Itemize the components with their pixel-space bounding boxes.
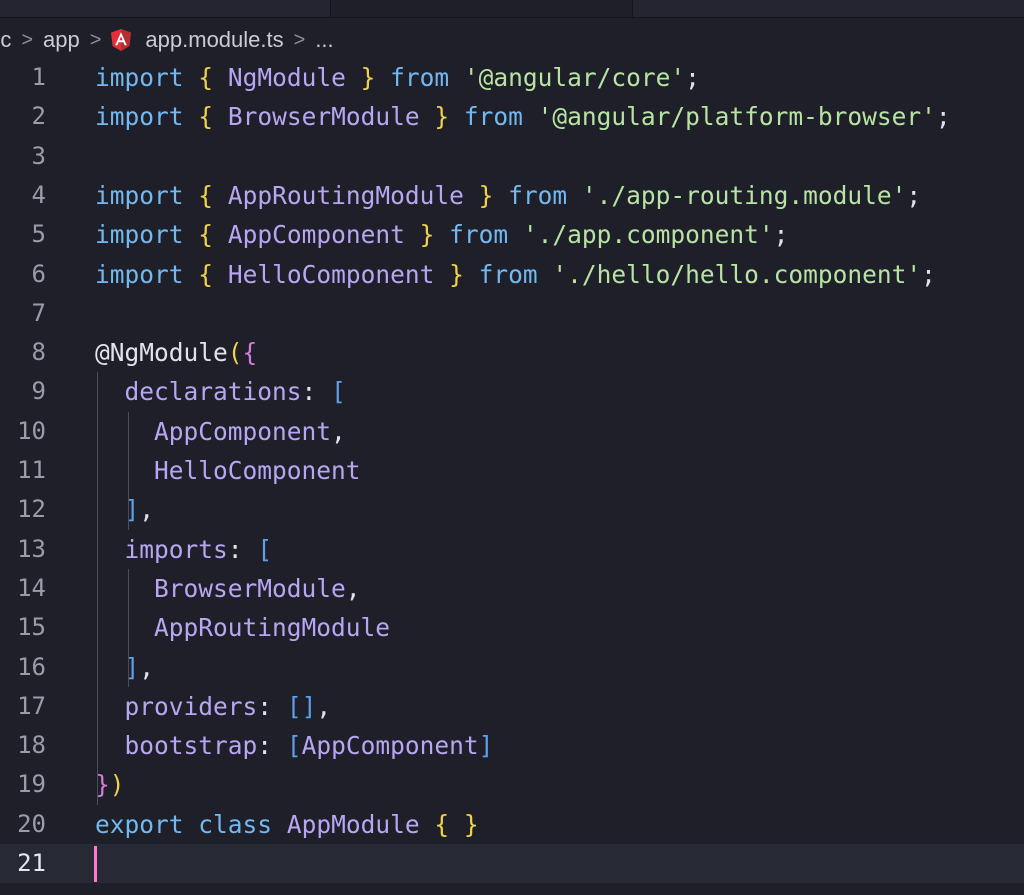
code-line[interactable]: 5 import { AppComponent } from './app.com…	[0, 215, 1024, 254]
line-number: 12	[17, 495, 46, 524]
line-number: 8	[31, 338, 46, 367]
text-cursor	[94, 845, 97, 882]
code-text: import { NgModule } from '@angular/core'…	[95, 63, 700, 92]
line-number: 14	[17, 573, 46, 602]
code-text: HelloComponent	[154, 456, 361, 485]
line-number: 10	[17, 416, 46, 445]
line-number: 4	[31, 180, 46, 209]
line-number: 9	[31, 377, 46, 406]
code-editor[interactable]: 1 import { NgModule } from '@angular/core…	[0, 58, 1024, 895]
code-text: @NgModule({	[95, 338, 258, 368]
tab-divider	[330, 0, 331, 18]
line-number: 18	[17, 731, 46, 760]
code-line[interactable]: 6 import { HelloComponent } from './hello…	[0, 255, 1024, 294]
line-number: 3	[31, 141, 46, 170]
breadcrumb-item-file[interactable]: app.module.ts	[145, 27, 283, 53]
line-number: 19	[17, 770, 46, 799]
line-number: 21	[17, 849, 46, 877]
breadcrumb-separator: >	[293, 28, 306, 51]
line-number: 5	[31, 220, 46, 249]
code-text: AppComponent,	[154, 416, 346, 446]
line-number: 1	[31, 63, 46, 91]
code-text: ],	[124, 652, 155, 682]
code-line[interactable]: 21	[0, 844, 1024, 884]
code-line[interactable]: 20 export class AppModule { }	[0, 805, 1024, 844]
code-line[interactable]: 2 import { BrowserModule } from '@angular…	[0, 97, 1024, 136]
breadcrumb-item-symbols[interactable]: ...	[315, 27, 333, 53]
code-text: })	[95, 770, 125, 800]
code-line[interactable]: 18 bootstrap: [AppComponent]	[0, 726, 1024, 765]
code-text: import { AppComponent } from './app.comp…	[95, 220, 789, 250]
tab-left[interactable]	[0, 0, 330, 17]
breadcrumb-item-src[interactable]: rc	[0, 27, 11, 53]
code-text: export class AppModule { }	[95, 809, 479, 839]
tab-strip	[0, 0, 1024, 18]
code-line[interactable]: 14 BrowserModule,	[0, 569, 1024, 608]
line-number: 20	[17, 809, 46, 838]
line-number: 11	[17, 456, 46, 484]
indent-guide	[128, 568, 130, 687]
code-line[interactable]: 19})	[0, 765, 1024, 804]
code-text: bootstrap: [AppComponent]	[124, 731, 494, 761]
indent-guide	[128, 411, 130, 530]
code-line[interactable]: 7	[0, 294, 1024, 333]
breadcrumb-separator: >	[21, 28, 34, 51]
line-number: 2	[31, 102, 46, 131]
code-line[interactable]: 4 import { AppRoutingModule } from './app…	[0, 176, 1024, 215]
code-text: declarations: [	[124, 377, 346, 407]
code-line[interactable]: 12 ],	[0, 490, 1024, 529]
breadcrumb-item-app[interactable]: app	[43, 27, 80, 53]
line-number: 7	[31, 298, 46, 327]
code-line[interactable]: 11 HelloComponent	[0, 451, 1024, 490]
code-line[interactable]: 15 AppRoutingModule	[0, 608, 1024, 647]
tab-right[interactable]	[633, 0, 1024, 17]
line-number: 16	[17, 652, 46, 681]
code-text: providers: [],	[124, 691, 332, 721]
code-text: BrowserModule,	[154, 573, 361, 603]
code-line[interactable]: 13 imports: [	[0, 530, 1024, 569]
breadcrumb-separator: >	[89, 28, 102, 51]
line-number: 13	[17, 534, 46, 563]
indent-guide	[97, 372, 98, 805]
code-line[interactable]: 16 ],	[0, 648, 1024, 687]
code-line[interactable]: 10 AppComponent,	[0, 412, 1024, 451]
breadcrumb: rc > app > app.module.ts > ...	[0, 24, 1024, 56]
code-line[interactable]: 17 providers: [],	[0, 687, 1024, 726]
code-text: import { AppRoutingModule } from './app-…	[95, 180, 922, 210]
code-line[interactable]: 3	[0, 137, 1024, 176]
line-number: 17	[17, 691, 46, 720]
code-line[interactable]: 8 @NgModule({	[0, 333, 1024, 372]
tab-strip-border	[0, 17, 1024, 18]
code-text: ],	[124, 495, 155, 525]
code-text: AppRoutingModule	[154, 613, 391, 643]
angular-icon	[111, 29, 132, 51]
code-text: import { HelloComponent } from './hello/…	[95, 259, 936, 289]
code-line[interactable]: 9 declarations: [	[0, 372, 1024, 411]
line-number: 15	[17, 613, 46, 642]
line-number: 6	[31, 259, 46, 288]
code-text: imports: [	[124, 534, 273, 564]
code-line[interactable]: 1 import { NgModule } from '@angular/core…	[0, 58, 1024, 97]
code-text: import { BrowserModule } from '@angular/…	[95, 102, 951, 132]
